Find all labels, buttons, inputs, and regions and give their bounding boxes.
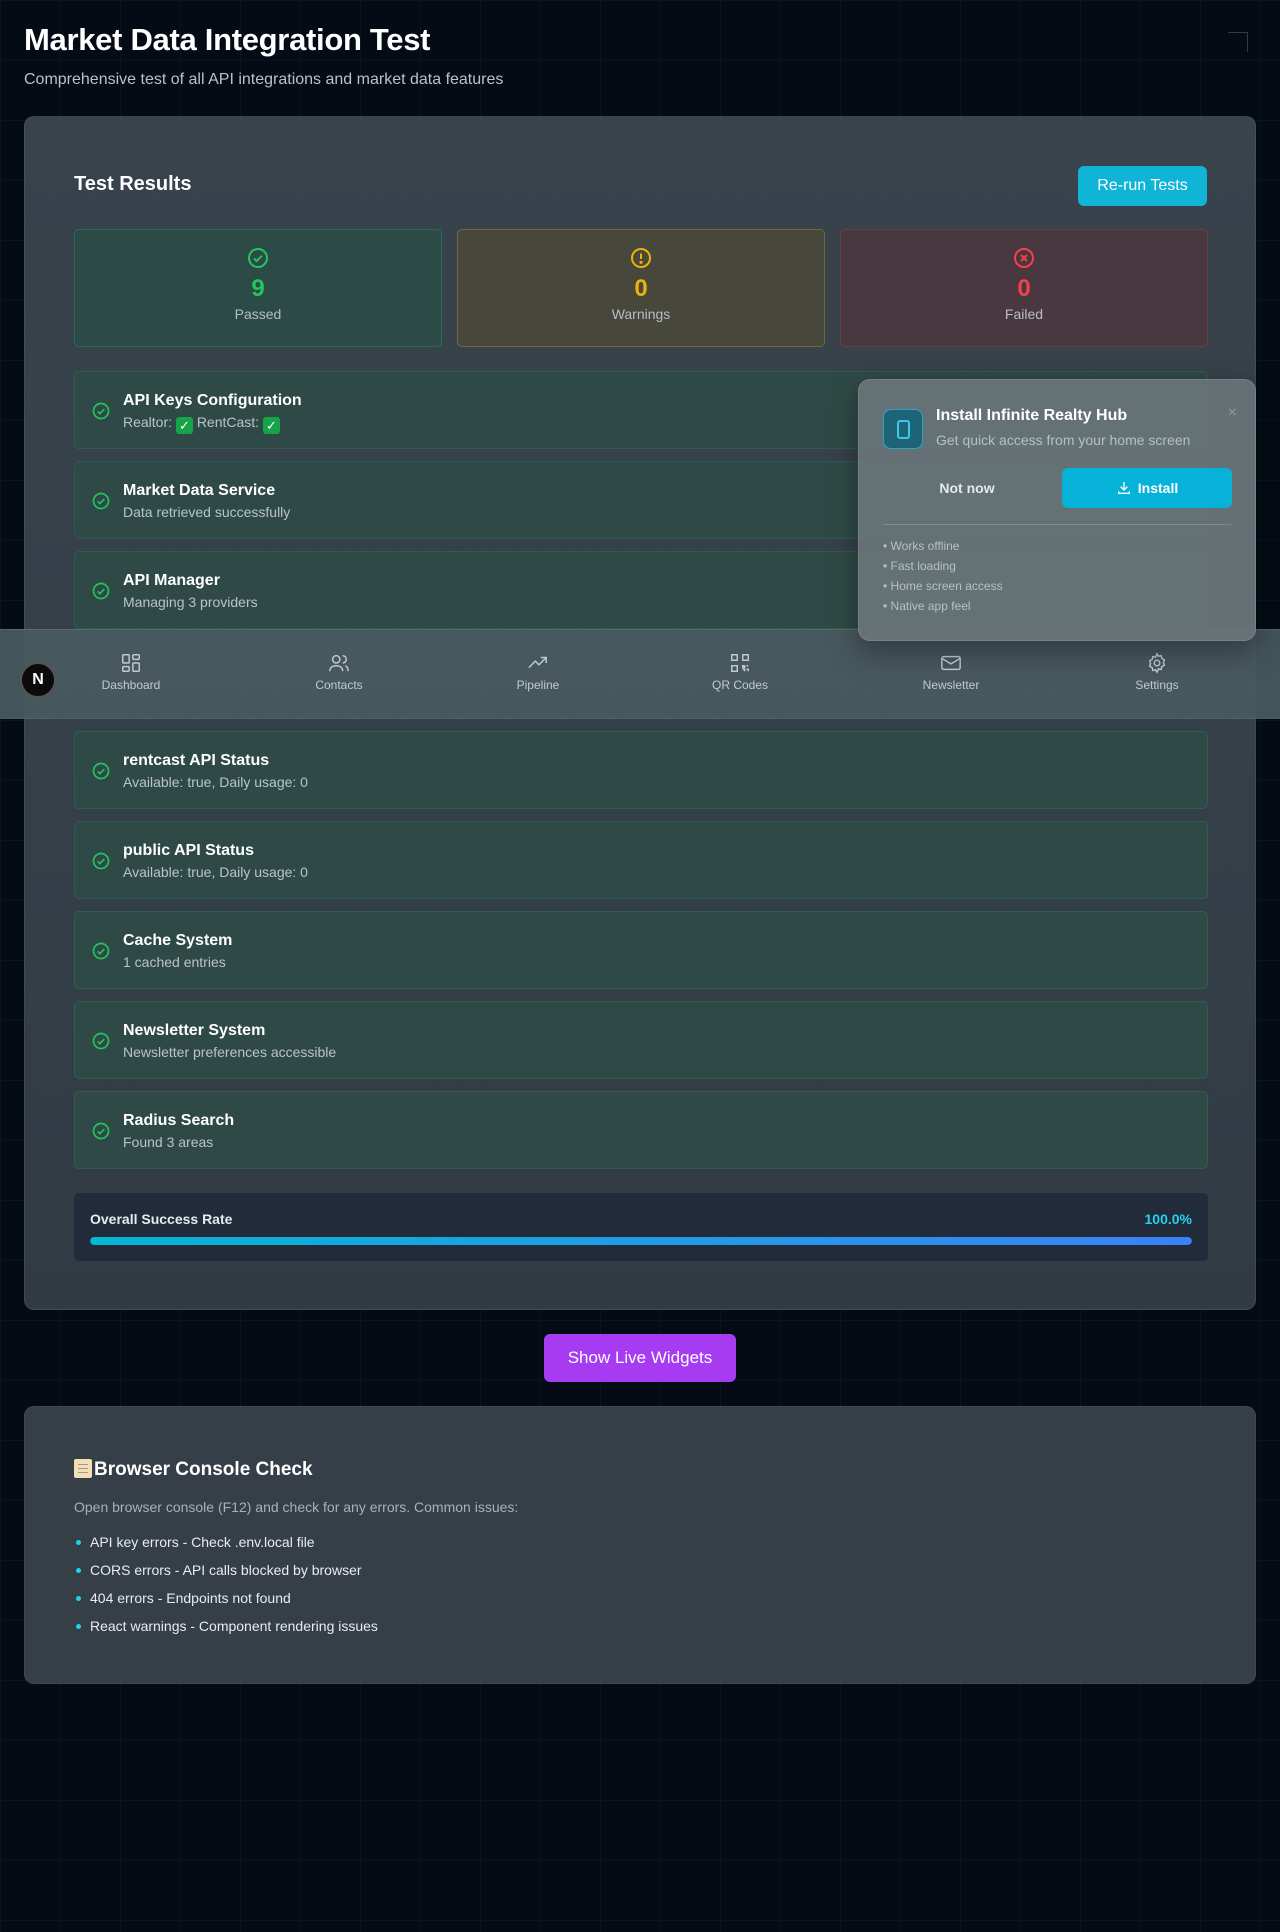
test-detail: Managing 3 providers <box>123 594 258 610</box>
bottom-nav-bar: Dashboard Contacts Pipeline QR Codes New… <box>0 629 1280 719</box>
warnings-stat: 0 Warnings <box>457 229 825 347</box>
page-title: Market Data Integration Test <box>24 22 431 57</box>
list-item: React warnings - Component rendering iss… <box>74 1617 378 1645</box>
check-circle-icon <box>92 852 110 870</box>
test-name: Newsletter System <box>123 1022 266 1039</box>
browser-console-card: Browser Console Check Open browser conso… <box>24 1406 1256 1684</box>
test-name: Cache System <box>123 932 233 949</box>
success-rate-track <box>90 1237 1192 1245</box>
list-item: • Native app feel <box>883 599 971 613</box>
rerun-tests-button[interactable]: Re-run Tests <box>1078 166 1207 206</box>
x-circle-icon <box>1014 248 1034 268</box>
install-title: Install Infinite Realty Hub <box>936 407 1128 424</box>
check-circle-icon <box>92 762 110 780</box>
pipeline-icon <box>528 656 547 669</box>
warnings-label: Warnings <box>611 306 671 322</box>
test-row-newsletter: Newsletter System Newsletter preferences… <box>74 1001 1208 1079</box>
install-subtitle: Get quick access from your home screen <box>936 432 1191 448</box>
feature-list: • Works offline • Fast loading • Home sc… <box>883 538 1003 618</box>
nav-item-pipeline[interactable]: Pipeline <box>493 652 583 692</box>
success-rate-value: 100.0% <box>1144 1211 1192 1227</box>
alert-circle-icon <box>631 248 651 268</box>
nav-label: Pipeline <box>516 678 560 692</box>
download-icon <box>1117 482 1130 494</box>
gear-icon <box>1148 652 1166 674</box>
check-circle-icon <box>92 942 110 960</box>
corner-decoration <box>1228 32 1248 52</box>
list-item: API key errors - Check .env.local file <box>74 1533 378 1561</box>
list-item: CORS errors - API calls blocked by brows… <box>74 1561 378 1589</box>
failed-label: Failed <box>1004 306 1044 322</box>
memo-icon <box>74 1459 92 1478</box>
nav-item-dashboard[interactable]: Dashboard <box>86 652 176 692</box>
test-name: rentcast API Status <box>123 752 270 769</box>
nav-item-qr-codes[interactable]: QR Codes <box>695 652 785 692</box>
smartphone-icon <box>897 420 910 439</box>
check-circle-icon <box>92 1122 110 1140</box>
list-item: • Fast loading <box>883 559 956 573</box>
page-subtitle: Comprehensive test of all API integratio… <box>24 71 504 88</box>
console-issue-list: API key errors - Check .env.local file C… <box>74 1533 378 1645</box>
test-name: Market Data Service <box>123 482 276 499</box>
mail-icon <box>941 655 961 671</box>
nav-item-settings[interactable]: Settings <box>1112 652 1202 692</box>
failed-count: 0 <box>1017 275 1031 302</box>
check-circle-icon <box>92 492 110 510</box>
test-name: API Manager <box>123 572 220 589</box>
nav-item-newsletter[interactable]: Newsletter <box>906 652 996 692</box>
close-icon[interactable]: × <box>1228 404 1237 422</box>
check-circle-icon <box>92 1032 110 1050</box>
test-results-title: Test Results <box>74 173 192 195</box>
passed-count: 9 <box>251 275 265 302</box>
console-description: Open browser console (F12) and check for… <box>74 1499 519 1515</box>
test-detail: Newsletter preferences accessible <box>123 1044 337 1060</box>
check-mark-emoji: ✓ <box>175 417 193 434</box>
contacts-icon <box>329 654 349 672</box>
not-now-button[interactable]: Not now <box>883 468 1051 508</box>
divider <box>883 524 1231 525</box>
console-title: Browser Console Check <box>74 1459 313 1481</box>
test-detail: Data retrieved successfully <box>123 504 291 520</box>
test-detail: Available: true, Daily usage: 0 <box>123 774 308 790</box>
passed-stat: 9 Passed <box>74 229 442 347</box>
check-circle-icon <box>92 402 110 420</box>
install-app-popup: Install Infinite Realty Hub Get quick ac… <box>858 379 1256 641</box>
check-circle-icon <box>92 582 110 600</box>
test-row-rentcast: rentcast API Status Available: true, Dai… <box>74 731 1208 809</box>
test-row-cache: Cache System 1 cached entries <box>74 911 1208 989</box>
dev-tools-badge[interactable]: N <box>20 662 56 698</box>
success-rate-label: Overall Success Rate <box>90 1211 233 1227</box>
test-name: Radius Search <box>123 1112 235 1129</box>
check-circle-icon <box>248 248 268 268</box>
nav-label: Settings <box>1135 678 1179 692</box>
show-live-widgets-button[interactable]: Show Live Widgets <box>544 1334 736 1382</box>
list-item: • Works offline <box>883 539 960 553</box>
test-detail: Realtor: ✓ RentCast: ✓ <box>123 414 280 434</box>
success-rate-fill <box>90 1237 1192 1245</box>
test-detail: Found 3 areas <box>123 1134 214 1150</box>
install-button[interactable]: Install <box>1062 468 1232 508</box>
test-row-radius-search: Radius Search Found 3 areas <box>74 1091 1208 1169</box>
test-name: API Keys Configuration <box>123 392 302 409</box>
test-row-public-api: public API Status Available: true, Daily… <box>74 821 1208 899</box>
nav-item-contacts[interactable]: Contacts <box>294 652 384 692</box>
check-mark-emoji: ✓ <box>262 417 280 434</box>
failed-stat: 0 Failed <box>840 229 1208 347</box>
warnings-count: 0 <box>634 275 648 302</box>
nav-label: Dashboard <box>101 678 161 692</box>
test-detail: Available: true, Daily usage: 0 <box>123 864 308 880</box>
list-item: • Home screen access <box>883 579 1003 593</box>
nav-label: QR Codes <box>711 678 769 692</box>
qr-code-icon <box>731 654 749 672</box>
nav-label: Newsletter <box>922 678 980 692</box>
test-name: public API Status <box>123 842 254 859</box>
passed-label: Passed <box>234 306 282 322</box>
test-detail: 1 cached entries <box>123 954 226 970</box>
dashboard-icon <box>122 654 140 672</box>
nav-label: Contacts <box>315 678 363 692</box>
list-item: 404 errors - Endpoints not found <box>74 1589 378 1617</box>
app-tile <box>883 409 923 449</box>
success-rate-box: Overall Success Rate 100.0% <box>74 1193 1208 1261</box>
